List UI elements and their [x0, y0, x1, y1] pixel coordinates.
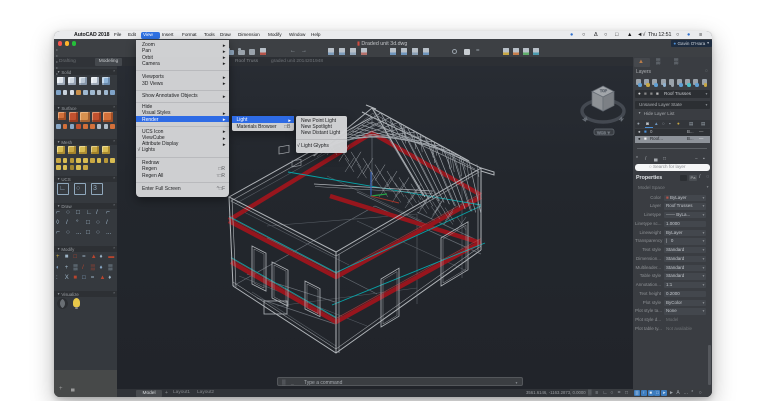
svg-text:WCS ▼: WCS ▼ — [597, 131, 611, 135]
svg-text:TOP: TOP — [600, 89, 608, 93]
